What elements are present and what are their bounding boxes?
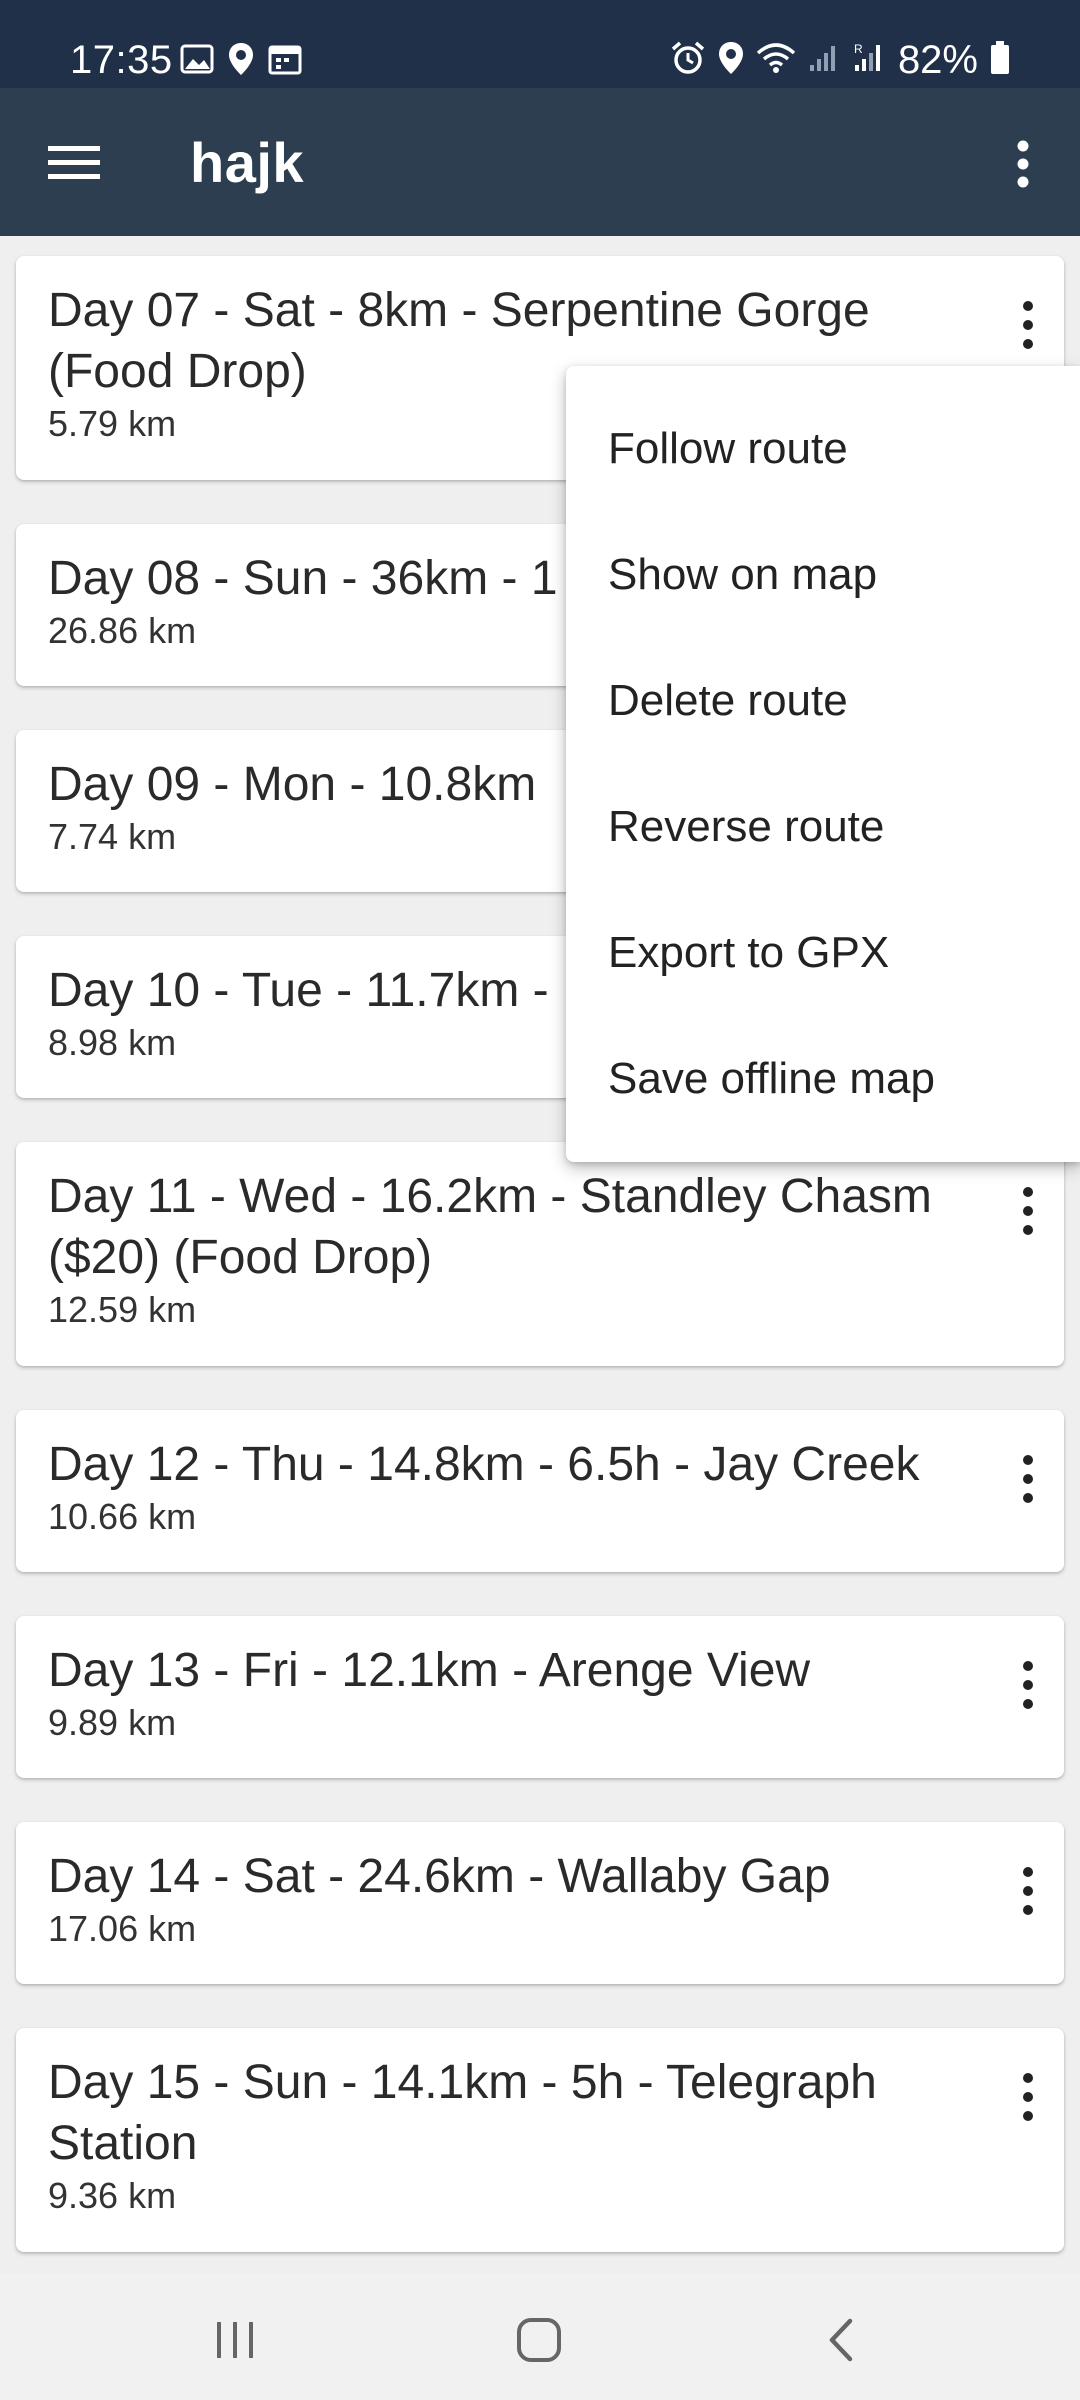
route-popup-menu: Follow route Show on map Delete route Re… xyxy=(566,366,1080,1162)
more-vert-icon xyxy=(1023,301,1033,349)
route-distance: 9.36 km xyxy=(48,2175,177,2216)
more-vert-icon xyxy=(1023,1661,1033,1709)
route-card[interactable]: Day 13 - Fri - 12.1km - Arenge View 9.89… xyxy=(16,1616,1064,1778)
more-vert-icon xyxy=(1023,1187,1033,1235)
recent-apps-icon xyxy=(217,2322,253,2358)
hamburger-icon xyxy=(48,146,100,179)
route-name: Day 14 - Sat - 24.6km - Wallaby Gap xyxy=(48,1850,831,1903)
route-distance: 10.66 km xyxy=(48,1496,197,1537)
route-menu-button[interactable] xyxy=(998,1856,1058,1926)
gallery-icon xyxy=(180,44,214,79)
more-vert-icon xyxy=(1017,140,1029,188)
route-distance: 17.06 km xyxy=(48,1908,197,1949)
menu-item-delete-route[interactable]: Delete route xyxy=(566,638,1080,764)
route-menu-button[interactable] xyxy=(998,1650,1058,1720)
wifi-icon xyxy=(756,41,796,80)
menu-item-save-offline-map[interactable]: Save offline map xyxy=(566,1016,1080,1142)
status-time: 17:35 xyxy=(70,38,173,82)
more-vert-icon xyxy=(1023,1455,1033,1503)
back-icon xyxy=(829,2318,853,2362)
menu-item-export-gpx[interactable]: Export to GPX xyxy=(566,890,1080,1016)
status-bar: 17:35 R 82% xyxy=(0,0,1080,88)
hamburger-menu-button[interactable] xyxy=(34,128,114,198)
battery-icon xyxy=(990,41,1010,80)
more-vert-icon xyxy=(1023,2073,1033,2121)
menu-item-show-on-map[interactable]: Show on map xyxy=(566,512,1080,638)
back-button[interactable] xyxy=(796,2300,886,2380)
home-icon xyxy=(517,2318,561,2362)
route-name: Day 12 - Thu - 14.8km - 6.5h - Jay Creek xyxy=(48,1438,920,1491)
route-card[interactable]: Day 14 - Sat - 24.6km - Wallaby Gap 17.0… xyxy=(16,1822,1064,1984)
status-right-icons: R 82% xyxy=(670,38,1010,83)
battery-percent: 82% xyxy=(897,38,978,82)
route-menu-button[interactable] xyxy=(998,2062,1058,2132)
route-distance: 12.59 km xyxy=(48,1289,197,1330)
route-name: Day 15 - Sun - 14.1km - 5h - Telegraph S… xyxy=(48,2056,877,2170)
route-distance: 9.89 km xyxy=(48,1702,177,1743)
navigation-bar xyxy=(0,2274,1080,2400)
route-card[interactable]: Day 12 - Thu - 14.8km - 6.5h - Jay Creek… xyxy=(16,1410,1064,1572)
more-vert-icon xyxy=(1023,1867,1033,1915)
signal-icon xyxy=(808,43,840,78)
route-card[interactable]: Day 11 - Wed - 16.2km - Standley Chasm (… xyxy=(16,1142,1064,1366)
screen: 17:35 R 82% hajk Day 07 - Sat - 8km - Se… xyxy=(0,0,1080,2400)
calendar-icon xyxy=(268,43,302,80)
status-left-icons xyxy=(180,42,302,81)
menu-item-reverse-route[interactable]: Reverse route xyxy=(566,764,1080,890)
app-bar: hajk xyxy=(0,88,1080,236)
location-icon xyxy=(718,41,744,80)
route-name: Day 13 - Fri - 12.1km - Arenge View xyxy=(48,1644,811,1697)
route-name: Day 11 - Wed - 16.2km - Standley Chasm (… xyxy=(48,1170,932,1284)
location-icon xyxy=(228,42,254,81)
route-card[interactable]: Day 15 - Sun - 14.1km - 5h - Telegraph S… xyxy=(16,2028,1064,2252)
route-menu-button[interactable] xyxy=(998,1176,1058,1246)
alarm-icon xyxy=(670,40,706,81)
recent-apps-button[interactable] xyxy=(190,2300,280,2380)
app-title: hajk xyxy=(190,131,305,194)
home-button[interactable] xyxy=(494,2300,584,2380)
route-menu-button[interactable] xyxy=(998,290,1058,360)
svg-text:R: R xyxy=(854,42,863,56)
app-overflow-menu-button[interactable] xyxy=(988,124,1058,204)
menu-item-follow-route[interactable]: Follow route xyxy=(566,386,1080,512)
signal-r-icon: R xyxy=(852,41,886,80)
route-menu-button[interactable] xyxy=(998,1444,1058,1514)
